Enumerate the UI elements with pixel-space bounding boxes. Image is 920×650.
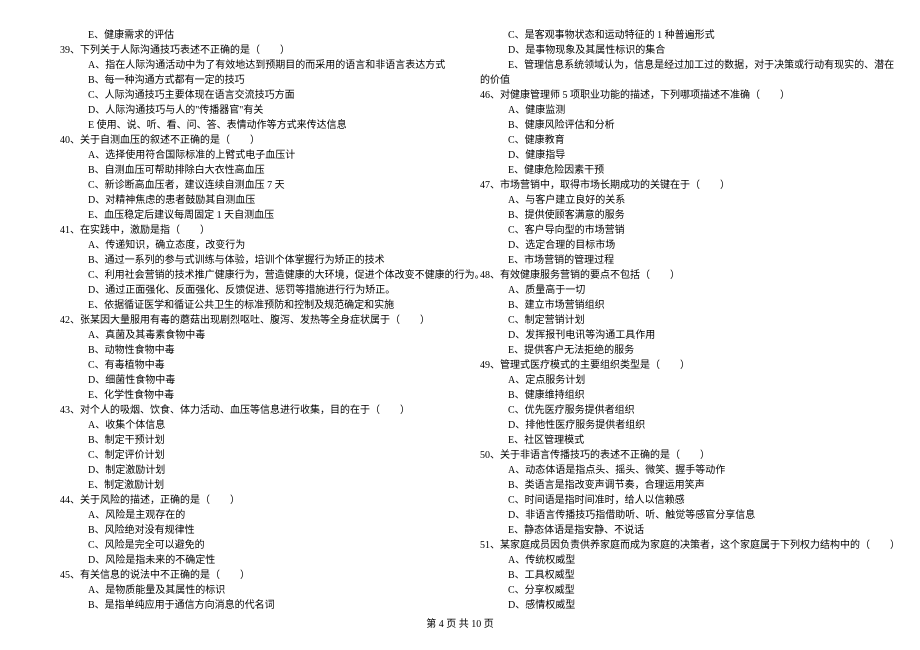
q44-opt-c: C、风险是完全可以避免的: [60, 538, 440, 553]
q43-opt-a: A、收集个体信息: [60, 418, 440, 433]
q44-opt-d: D、风险是指未来的不确定性: [60, 553, 440, 568]
q40-opt-d: D、对精神焦虑的患者鼓励其自测血压: [60, 193, 440, 208]
q45-opt-c: C、是客观事物状态和运动特征的 1 种普遍形式: [480, 28, 860, 43]
q41-stem: 41、在实践中，激励是指（ ）: [60, 223, 440, 238]
q47-opt-b: B、提供使顾客满意的服务: [480, 208, 860, 223]
right-column: C、是客观事物状态和运动特征的 1 种普遍形式 D、是事物现象及其属性标识的集合…: [480, 28, 860, 613]
q50-opt-a: A、动态体语是指点头、摇头、微笑、握手等动作: [480, 463, 860, 478]
left-column: E、健康需求的评估 39、下列关于人际沟通技巧表述不正确的是（ ） A、指在人际…: [60, 28, 440, 613]
q46-opt-c: C、健康教育: [480, 133, 860, 148]
q45-stem: 45、有关信息的说法中不正确的是（ ）: [60, 568, 440, 583]
q42-stem: 42、张某因大量服用有毒的蘑菇出现剧烈呕吐、腹泻、发热等全身症状属于（ ）: [60, 313, 440, 328]
q41-opt-e: E、依据循证医学和循证公共卫生的标准预防和控制及规范确定和实施: [60, 298, 440, 313]
q39-opt-e: E 使用、说、听、看、问、答、表情动作等方式来传达信息: [60, 118, 440, 133]
q45-opt-a: A、是物质能量及其属性的标识: [60, 583, 440, 598]
q45-opt-e: E、管理信息系统领域认为，信息是经过加工过的数据，对于决策或行动有现实的、潜在: [480, 58, 860, 73]
q51-opt-b: B、工具权威型: [480, 568, 860, 583]
q39-stem: 39、下列关于人际沟通技巧表述不正确的是（ ）: [60, 43, 440, 58]
q42-opt-e: E、化学性食物中毒: [60, 388, 440, 403]
q47-opt-a: A、与客户建立良好的关系: [480, 193, 860, 208]
q49-opt-a: A、定点服务计划: [480, 373, 860, 388]
q40-opt-a: A、选择使用符合国际标准的上臂式电子血压计: [60, 148, 440, 163]
q46-opt-a: A、健康监测: [480, 103, 860, 118]
q43-stem: 43、对个人的吸烟、饮食、体力活动、血压等信息进行收集，目的在于（ ）: [60, 403, 440, 418]
q46-opt-d: D、健康指导: [480, 148, 860, 163]
q44-opt-a: A、风险是主观存在的: [60, 508, 440, 523]
q51-opt-a: A、传统权威型: [480, 553, 860, 568]
q44-opt-b: B、风险绝对没有规律性: [60, 523, 440, 538]
q48-opt-e: E、提供客户无法拒绝的服务: [480, 343, 860, 358]
q39-opt-b: B、每一种沟通方式都有一定的技巧: [60, 73, 440, 88]
q46-opt-e: E、健康危险因素干预: [480, 163, 860, 178]
q47-opt-d: D、选定合理的目标市场: [480, 238, 860, 253]
q39-opt-a: A、指在人际沟通活动中为了有效地达到预期目的而采用的语言和非语言表达方式: [60, 58, 440, 73]
q40-opt-c: C、新诊断高血压者，建议连续自测血压 7 天: [60, 178, 440, 193]
q49-opt-c: C、优先医疗服务提供者组织: [480, 403, 860, 418]
q39-opt-d: D、人际沟通技巧与人的"传播器官"有关: [60, 103, 440, 118]
q43-opt-d: D、制定激励计划: [60, 463, 440, 478]
q47-stem: 47、市场营销中，取得市场长期成功的关键在于（ ）: [480, 178, 860, 193]
q49-opt-b: B、健康维持组织: [480, 388, 860, 403]
q38-opt-e: E、健康需求的评估: [60, 28, 440, 43]
q42-opt-d: D、细菌性食物中毒: [60, 373, 440, 388]
q40-opt-e: E、血压稳定后建议每周固定 1 天自测血压: [60, 208, 440, 223]
q41-opt-d: D、通过正面强化、反面强化、反馈促进、惩罚等措施进行行为矫正。: [60, 283, 440, 298]
q45-opt-e-cont: 的价值: [480, 73, 860, 88]
q51-opt-d: D、感情权威型: [480, 598, 860, 613]
q51-stem: 51、某家庭成员因负责供养家庭而成为家庭的决策者，这个家庭属于下列权力结构中的（…: [480, 538, 860, 553]
q41-opt-a: A、传递知识，确立态度，改变行为: [60, 238, 440, 253]
q43-opt-e: E、制定激励计划: [60, 478, 440, 493]
q45-opt-d: D、是事物现象及其属性标识的集合: [480, 43, 860, 58]
q48-stem: 48、有效健康服务营销的要点不包括（ ）: [480, 268, 860, 283]
q43-opt-b: B、制定干预计划: [60, 433, 440, 448]
q41-opt-b: B、通过一系列的参与式训练与体验，培训个体掌握行为矫正的技术: [60, 253, 440, 268]
q44-stem: 44、关于风险的描述，正确的是（ ）: [60, 493, 440, 508]
q49-stem: 49、管理式医疗模式的主要组织类型是（ ）: [480, 358, 860, 373]
q50-opt-d: D、非语言传播技巧指借助听、听、触觉等感官分享信息: [480, 508, 860, 523]
q42-opt-b: B、动物性食物中毒: [60, 343, 440, 358]
q51-opt-c: C、分享权威型: [480, 583, 860, 598]
q46-opt-b: B、健康风险评估和分析: [480, 118, 860, 133]
q50-opt-b: B、类语言是指改变声调节奏，合理运用笑声: [480, 478, 860, 493]
q40-opt-b: B、自测血压可帮助排除白大衣性高血压: [60, 163, 440, 178]
q49-opt-e: E、社区管理模式: [480, 433, 860, 448]
q42-opt-c: C、有毒植物中毒: [60, 358, 440, 373]
page-footer: 第 4 页 共 10 页: [0, 615, 920, 630]
q48-opt-c: C、制定营销计划: [480, 313, 860, 328]
q50-opt-e: E、静态体语是指安静、不说话: [480, 523, 860, 538]
q45-opt-b: B、是指单纯应用于通信方向消息的代名词: [60, 598, 440, 613]
q49-opt-d: D、排他性医疗服务提供者组织: [480, 418, 860, 433]
q43-opt-c: C、制定评价计划: [60, 448, 440, 463]
q42-opt-a: A、真菌及其毒素食物中毒: [60, 328, 440, 343]
q40-stem: 40、关于自测血压的叙述不正确的是（ ）: [60, 133, 440, 148]
q41-opt-c: C、利用社会营销的技术推广健康行为，营造健康的大环境，促进个体改变不健康的行为。: [60, 268, 440, 283]
q46-stem: 46、对健康管理师 5 项职业功能的描述，下列哪项描述不准确（ ）: [480, 88, 860, 103]
q50-stem: 50、关于非语言传播技巧的表述不正确的是（ ）: [480, 448, 860, 463]
q47-opt-c: C、客户导向型的市场营销: [480, 223, 860, 238]
q48-opt-d: D、发挥报刊电讯等沟通工具作用: [480, 328, 860, 343]
q48-opt-a: A、质量高于一切: [480, 283, 860, 298]
q47-opt-e: E、市场营销的管理过程: [480, 253, 860, 268]
q48-opt-b: B、建立市场营销组织: [480, 298, 860, 313]
q39-opt-c: C、人际沟通技巧主要体现在语言交流技巧方面: [60, 88, 440, 103]
q50-opt-c: C、时间语是指时间准时，给人以信赖感: [480, 493, 860, 508]
